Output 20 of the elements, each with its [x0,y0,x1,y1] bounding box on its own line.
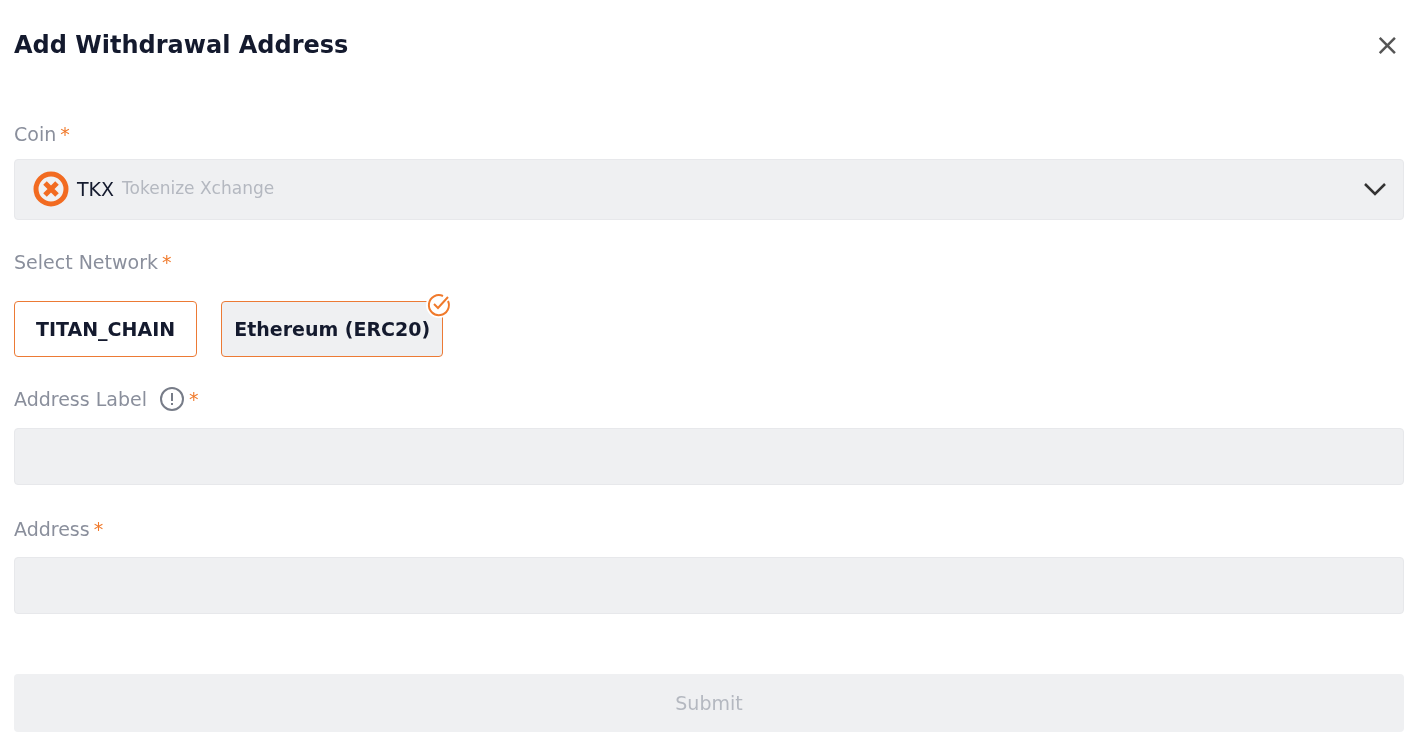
coin-select[interactable]: TKX Tokenize Xchange [14,158,1404,220]
close-button[interactable]: × [1370,30,1404,60]
required-mark: * [93,516,104,542]
coin-symbol: TKX [77,176,115,202]
coin-logo-icon [33,171,69,207]
field-label: Address Label [14,387,147,412]
dialog-title: Add Withdrawal Address [14,30,349,60]
field-label: Coin [14,122,57,147]
text-input-field[interactable] [14,557,1404,614]
chevron-down-icon [1363,182,1387,196]
field-label: Address [14,516,90,542]
coin-name: Tokenize Xchange [122,177,275,201]
required-mark: * [162,249,172,275]
network-option[interactable]: TITAN_CHAIN [14,301,198,357]
network-option[interactable]: Ethereum (ERC20) [221,301,444,357]
text-input-field[interactable] [14,427,1404,485]
required-mark: * [60,122,70,147]
required-mark: * [188,387,199,412]
field-label: Select Network [14,249,158,275]
info-icon[interactable] [158,386,185,413]
